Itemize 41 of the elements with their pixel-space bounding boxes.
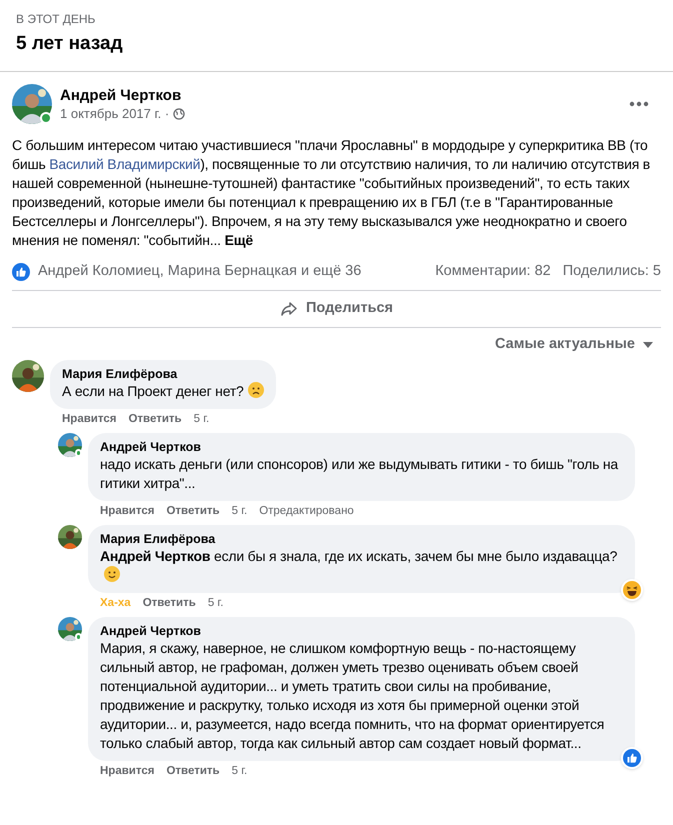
- laughing-face-icon: [623, 580, 641, 598]
- comment-text: А если на Проект денег нет?: [62, 382, 264, 400]
- frowning-face-icon: [248, 382, 264, 398]
- edited-label: Отредактировано: [259, 504, 354, 518]
- share-button[interactable]: Поделиться: [268, 296, 406, 322]
- more-options-icon[interactable]: [629, 101, 649, 107]
- comment-author[interactable]: Андрей Чертков: [100, 438, 623, 454]
- comment-author[interactable]: Андрей Чертков: [100, 622, 623, 638]
- reply-action[interactable]: Ответить: [128, 412, 182, 426]
- comment-text: Андрей Чертков если бы я знала, где их искать, зачем бы мне было издавацца?: [100, 546, 623, 584]
- post-text: С большим интересом читаю участившиеся "плачи Ярославны" в мордодыре у суперкритика ВВ (то бишь Василий Владимирский), посвященные то ли отсутствию наличия, то ли наличию отсутствия в нашей современной (нынешне-тутошней) фантастике "событийных произведений", то есть таких произведений, которые имели бы потенциал к превращению их в ГБЛ (т.е в "Гарантированные Бестселлеры и Лонгселлеры"). Впрочем, я на эту тему высказывался уже неоднократно и своего мнения не поменял: "событийн... Ещё: [12, 136, 652, 250]
- like-action[interactable]: Нравится: [100, 764, 154, 778]
- comment-time[interactable]: 5 г.: [232, 504, 248, 518]
- thumbs-up-icon: [12, 263, 30, 281]
- thumbs-up-icon: [623, 748, 641, 766]
- comment-time[interactable]: 5 г.: [208, 596, 224, 610]
- section-eyebrow: В ЭТОТ ДЕНЬ: [16, 11, 96, 27]
- globe-icon: [173, 108, 186, 120]
- post-author[interactable]: Андрей Чертков: [60, 86, 621, 106]
- sort-dropdown[interactable]: Самые актуальные: [495, 334, 661, 356]
- comment-time[interactable]: 5 г.: [194, 412, 210, 426]
- shares-count[interactable]: Поделились: 5: [562, 261, 661, 283]
- comment-author[interactable]: Мария Елифёрова: [100, 530, 623, 546]
- see-more-link[interactable]: Ещё: [224, 232, 253, 248]
- comment-time[interactable]: 5 г.: [232, 764, 248, 778]
- comment-text: надо искать деньги (или спонсоров) или же выдумывать гитики - то бишь "голь на гитики хитра"...: [100, 454, 620, 492]
- share-arrow-icon: [280, 300, 298, 317]
- reply-action[interactable]: Ответить: [166, 504, 220, 518]
- profile-link[interactable]: Василий Владимирский: [49, 156, 200, 172]
- comment-text: Мария, я скажу, наверное, не слишком комфортную вещь - по-настоящему сильный автор, не графоман, должен уметь трезво оценивать объем своей потенциальной аудитории... и уметь тратить свои силы на пробивание, продвижение и раскрутку, только исходя из хотя бы примерной оценки этой аудитории... и, разумеется, надо всегда помнить, что на формат ориентируется только слабый автор, тогда как сильный автор сам создает новый формат...: [100, 638, 606, 752]
- comments-count[interactable]: Комментарии: 82: [435, 261, 551, 283]
- smiling-face-icon: [104, 566, 120, 582]
- reply-action[interactable]: Ответить: [166, 764, 220, 778]
- reply-action[interactable]: Ответить: [142, 596, 196, 610]
- comment-author[interactable]: Мария Елифёрова: [62, 366, 264, 382]
- like-action[interactable]: Нравится: [62, 412, 116, 426]
- caret-icon: [643, 342, 653, 348]
- reactions-summary[interactable]: Андрей Коломиец, Марина Бернацкая и ещё 36: [38, 261, 432, 283]
- section-title: 5 лет назад: [16, 32, 124, 56]
- like-action[interactable]: Нравится: [100, 504, 154, 518]
- post-date[interactable]: 1 октябрь 2017 г. ·: [60, 106, 170, 122]
